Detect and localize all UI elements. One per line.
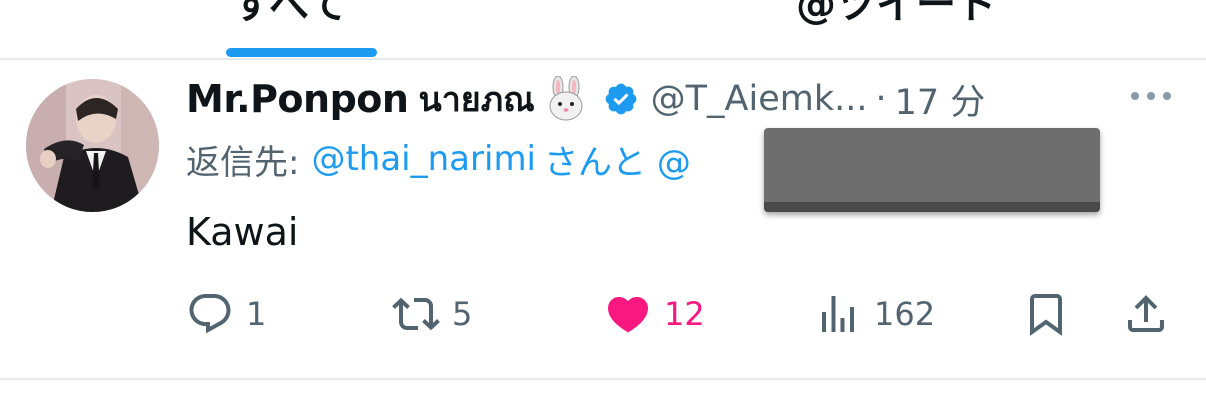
retweet-button[interactable]: 5 xyxy=(392,286,472,342)
bookmark-button[interactable] xyxy=(1022,286,1070,342)
avatar[interactable] xyxy=(26,79,159,212)
separator-dot: · xyxy=(875,79,887,119)
reply-and-text: さんと @ xyxy=(544,142,691,183)
views-button[interactable]: 162 xyxy=(814,286,935,342)
rabbit-face-icon xyxy=(549,76,583,121)
timestamp[interactable]: 17 分 xyxy=(895,74,986,125)
like-count: 12 xyxy=(664,295,705,333)
more-options-icon[interactable] xyxy=(1128,86,1174,106)
reply-user-link[interactable]: @thai_narimi xyxy=(311,139,536,179)
reply-icon xyxy=(189,294,231,334)
avatar-photo xyxy=(26,79,159,212)
reply-button[interactable]: 1 xyxy=(186,286,266,342)
redaction-block xyxy=(764,128,1100,212)
reply-count: 1 xyxy=(246,295,267,333)
like-button[interactable]: 12 xyxy=(604,286,705,342)
retweet-count: 5 xyxy=(452,295,473,333)
views-chart-icon xyxy=(822,296,854,332)
reply-prefix: 返信先: xyxy=(186,142,300,183)
share-icon xyxy=(1128,295,1164,332)
bookmark-icon xyxy=(1030,294,1062,336)
action-bar: 1 5 12 162 xyxy=(0,286,1206,342)
thai-name[interactable]: นายภณ xyxy=(418,72,534,126)
retweet-icon xyxy=(392,297,440,331)
view-count: 162 xyxy=(874,295,936,333)
display-name[interactable]: Mr.Ponpon xyxy=(186,77,409,121)
reply-context: 返信先: @thai_narimi さんと @ xyxy=(186,134,691,184)
tweet-header: Mr.Ponpon นายภณ @T_Aiemk... · 17 分 xyxy=(186,74,985,124)
tab-bar: すべて @ツイート xyxy=(0,0,1206,58)
tab-divider xyxy=(0,58,1206,60)
tweet-text: Kawai xyxy=(186,210,299,254)
heart-filled-icon xyxy=(607,297,649,333)
share-button[interactable] xyxy=(1122,286,1170,342)
tweet-divider xyxy=(0,378,1206,380)
tab-mentions[interactable]: @ツイート xyxy=(796,0,996,30)
verified-badge-icon xyxy=(605,83,637,115)
user-handle[interactable]: @T_Aiemk... xyxy=(651,79,868,119)
active-tab-indicator xyxy=(226,48,377,57)
tab-all[interactable]: すべて xyxy=(232,0,348,30)
